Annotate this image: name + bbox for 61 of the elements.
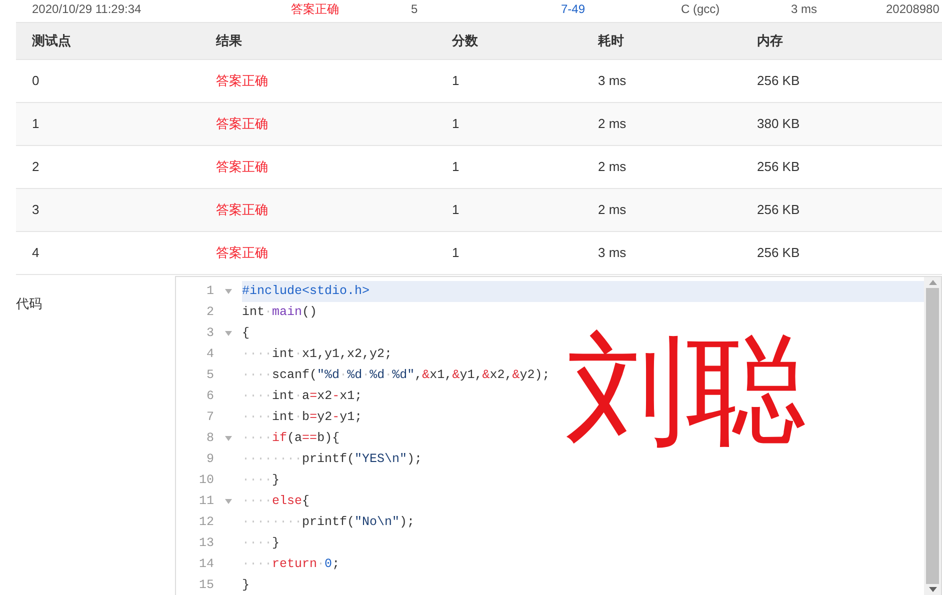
line-number: 5 [205,367,214,384]
fold-caret-icon[interactable] [224,289,232,294]
code-label: 代码 [16,296,42,311]
column-header: 分数 [452,33,478,48]
table-cell: 2 ms [598,202,626,218]
table-cell: 1 [452,245,460,260]
table-cell: 4 [32,245,40,260]
result-text: 答案正确 [216,73,268,88]
column-header: 耗时 [598,33,624,48]
result-text: 答案正确 [216,159,268,174]
line-number: 1 [205,283,214,300]
table-cell: 256 KB [757,159,800,174]
submission-time: 2020/10/29 11:29:34 [31,2,142,17]
table-cell: 1 [452,73,460,88]
line-number: 9 [205,451,214,468]
table-cell: 2 ms [598,159,626,174]
line-number: 13 [198,535,214,552]
scroll-down-icon[interactable] [928,587,936,592]
table-cell: 0 [32,73,40,88]
column-header: 结果 [216,33,242,48]
table-cell: 3 [32,202,40,218]
submission-score: 5 [411,2,419,17]
table-cell: 256 KB [757,73,800,88]
table-cell: 3 ms [598,245,626,260]
compiler: C (gcc) [681,2,721,17]
scrollbar[interactable] [924,277,941,595]
column-header: 内存 [757,33,783,48]
table-cell: 256 KB [757,202,800,218]
result-text: 答案正确 [216,245,268,260]
line-number: 12 [198,514,214,532]
table-cell: 1 [452,202,460,218]
submission-result: 答案正确 [291,2,340,17]
fold-caret-icon[interactable] [224,436,232,441]
submission-duration: 3 ms [791,2,818,17]
line-number: 4 [205,346,214,364]
result-text: 答案正确 [216,202,268,218]
table-cell: 256 KB [757,245,800,260]
problem-link[interactable]: 7-49 [561,2,681,17]
table-cell: 1 [452,116,460,132]
line-number: 10 [198,472,214,490]
fold-caret-icon[interactable] [224,499,232,504]
line-number: 6 [205,388,214,406]
table-cell: 2 ms [598,116,626,132]
line-number: 2 [205,304,214,322]
line-number: 8 [205,430,214,448]
scrollbar-thumb[interactable] [926,288,939,584]
fold-caret-icon[interactable] [224,331,232,336]
table-cell: 3 ms [598,73,626,88]
table-cell: 2 [32,159,40,174]
scroll-up-icon[interactable] [928,280,936,285]
line-number: 11 [198,493,214,510]
table-cell: 1 [32,116,40,132]
user-id: 20208980 [886,2,940,17]
line-number: 14 [198,556,214,574]
line-number: 7 [205,409,214,426]
line-number: 15 [198,577,214,594]
result-text: 答案正确 [216,116,268,132]
table-cell: 1 [452,159,460,174]
table-cell: 380 KB [757,116,800,132]
column-header: 测试点 [32,33,71,48]
line-number: 3 [205,325,214,342]
